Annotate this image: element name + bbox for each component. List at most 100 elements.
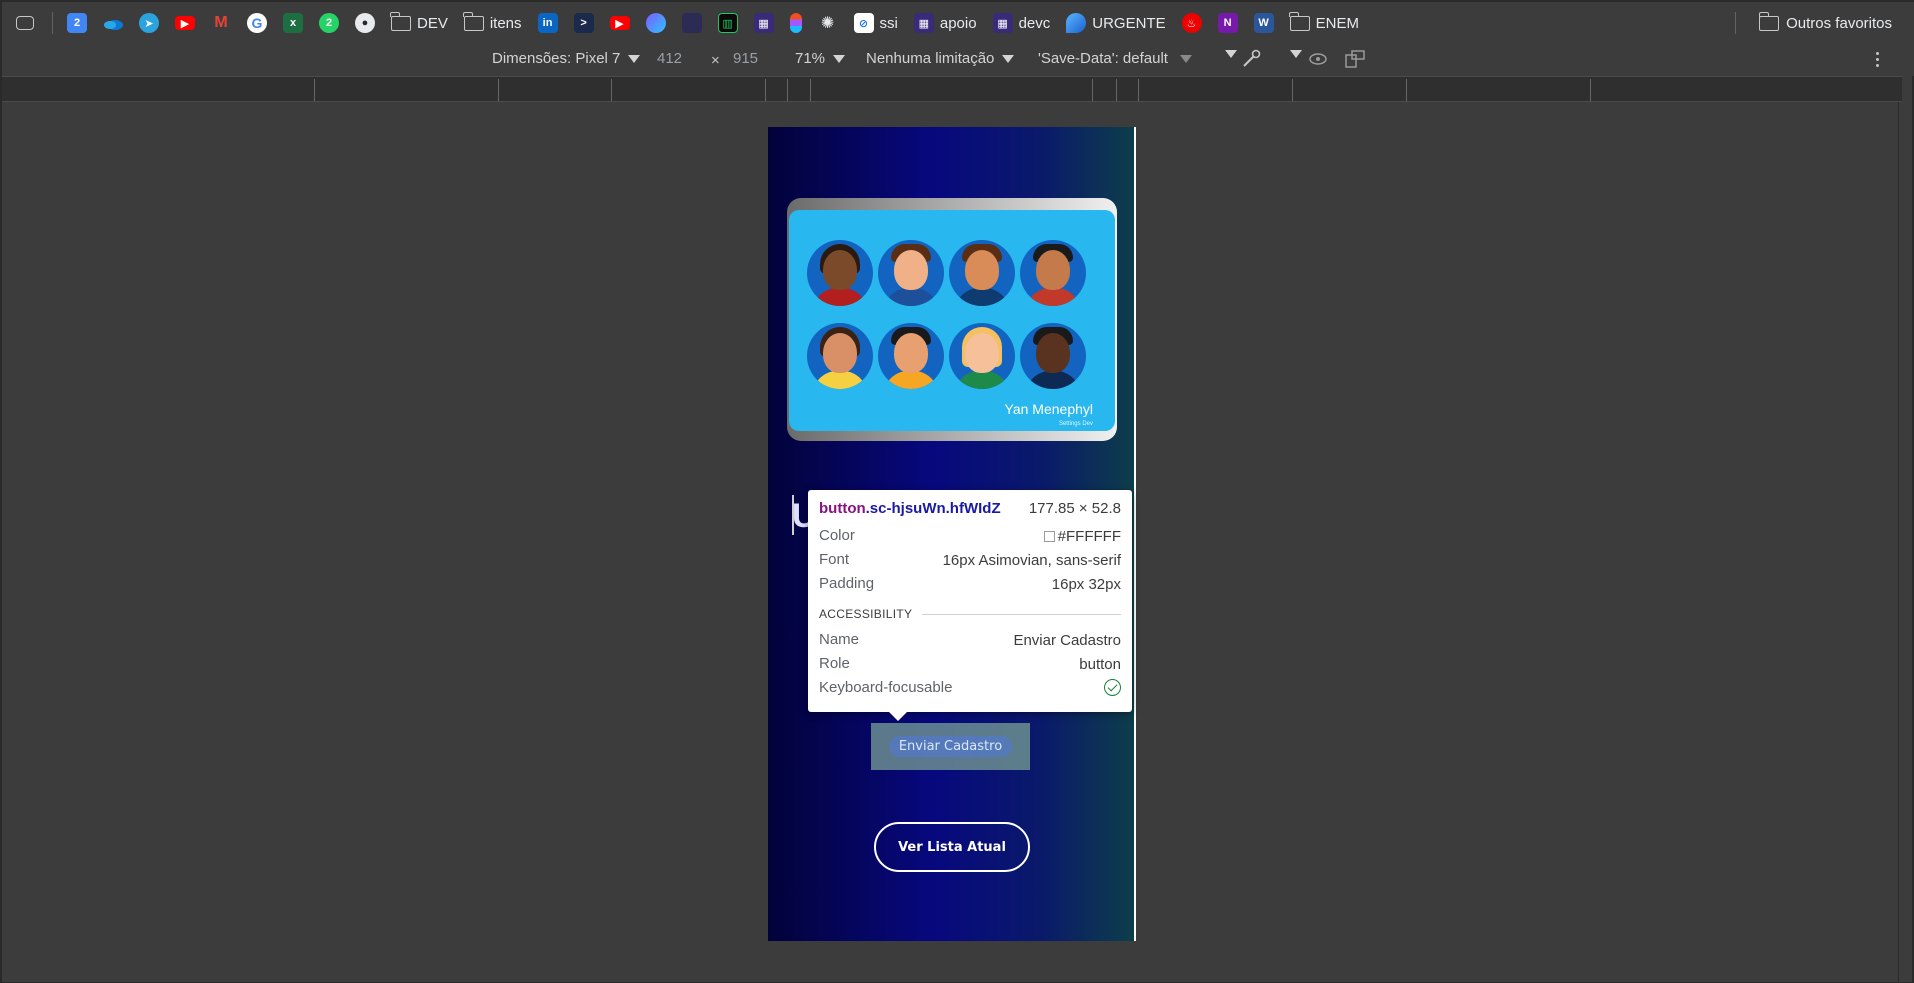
youtube-icon: ▶	[175, 16, 195, 30]
bookmark-folder-itens[interactable]: itens	[458, 8, 528, 38]
color-value: #FFFFFF	[1057, 527, 1121, 545]
tooltip-row-font: Font 16px Asimovian, sans-serif	[819, 551, 1121, 569]
tooltip-row-focusable: Keyboard-focusable	[819, 679, 1121, 697]
dimensions-dropdown[interactable]: Dimensões: Pixel 7	[492, 50, 641, 67]
caret-down-icon	[628, 54, 641, 63]
ruler-tick	[787, 79, 788, 101]
bookmark-youtube-2[interactable]: ▶	[604, 8, 636, 38]
accessibility-section: ACCESSIBILITY	[819, 607, 1121, 621]
bookmark-chart[interactable]: ▥	[712, 8, 744, 38]
figma-icon	[789, 13, 802, 33]
width-input[interactable]: 412	[657, 50, 682, 67]
caret-down-icon	[833, 54, 846, 63]
chart-icon: ▥	[717, 13, 738, 33]
swap-dimensions-icon[interactable]: ×	[711, 52, 720, 69]
caret-down-icon	[1002, 54, 1015, 63]
caret-down-icon	[1179, 54, 1192, 63]
grid-icon: ▦	[913, 13, 934, 33]
bookmark-onedrive[interactable]	[97, 8, 129, 38]
avatars-image: Yan Menephyl Settings Dev	[789, 210, 1115, 431]
ruler-tick	[1406, 79, 1407, 101]
onedrive-icon	[103, 13, 123, 33]
bookmark-github[interactable]: ●	[349, 8, 381, 38]
row-value: #FFFFFF	[1043, 527, 1121, 545]
bookmark-prompt[interactable]: >	[568, 8, 600, 38]
bookmark-google[interactable]: G	[241, 8, 273, 38]
zoom-dropdown[interactable]: 71%	[795, 50, 846, 67]
bookmark-excel[interactable]: x	[277, 8, 309, 38]
bookmark-word[interactable]: W	[1248, 8, 1280, 38]
color-swatch	[1043, 530, 1055, 542]
linkedin-icon: in	[537, 13, 558, 33]
ruler-tick	[498, 79, 499, 101]
height-input[interactable]: 915	[733, 50, 758, 67]
tooltip-row-role: Role button	[819, 655, 1121, 673]
bookmark-calendar[interactable]: 2	[61, 8, 93, 38]
section-title: ACCESSIBILITY	[819, 607, 913, 621]
bookmark-folder-dev[interactable]: DEV	[385, 8, 454, 38]
throttling-dropdown[interactable]: Nenhuma limitação	[866, 50, 1015, 67]
ruler-tick	[314, 79, 315, 101]
row-key: Font	[819, 551, 850, 568]
ruler-tick	[1092, 79, 1093, 101]
device-posture-dropdown[interactable]	[1217, 50, 1237, 58]
bookmark-gmail[interactable]: M	[205, 8, 237, 38]
other-favorites-button[interactable]: Outros favoritos	[1758, 8, 1892, 38]
save-data-dropdown[interactable]: 'Save-Data': default	[1038, 50, 1192, 67]
send-registration-button[interactable]: Enviar Cadastro	[871, 723, 1030, 770]
folder-icon	[1289, 11, 1310, 31]
save-data-label: 'Save-Data': default	[1038, 50, 1168, 67]
bookmark-label: ssi	[879, 14, 898, 32]
view-list-button[interactable]: Ver Lista Atual	[874, 822, 1030, 872]
more-options-icon[interactable]	[1876, 52, 1880, 68]
avatar	[949, 323, 1015, 389]
bookmark-avatar[interactable]	[676, 8, 708, 38]
row-key: Padding	[819, 575, 875, 592]
avatar	[807, 323, 873, 389]
other-favorites-label: Outros favoritos	[1786, 14, 1892, 32]
rotate-icon[interactable]	[1344, 49, 1366, 69]
row-key: Name	[819, 631, 860, 648]
bookmark-youtube[interactable]: ▶	[169, 8, 201, 38]
bookmark-whatsapp[interactable]: 2	[313, 8, 345, 38]
bookmark-openai[interactable]: ✺	[812, 8, 844, 38]
bookmark-telegram[interactable]: ➤	[133, 8, 165, 38]
bookmark-onenote[interactable]: N	[1212, 8, 1244, 38]
bookmark-grid[interactable]: ▦	[748, 8, 780, 38]
bookmark-label: devc	[1018, 14, 1051, 32]
eye-icon[interactable]	[1308, 51, 1328, 67]
avatar	[807, 240, 873, 306]
bookmark-apoio[interactable]: ▦ apoio	[908, 8, 983, 38]
excel-icon: x	[283, 13, 303, 33]
grid-icon: ▦	[753, 13, 774, 33]
tooltip-row-padding: Padding 16px 32px	[819, 575, 1121, 593]
zoom-label: 71%	[795, 50, 826, 67]
ruler-tick	[810, 79, 811, 101]
ruler-tick	[1138, 79, 1139, 101]
scrollbar[interactable]	[1898, 102, 1912, 982]
youtube-icon: ▶	[609, 16, 630, 30]
bookmark-linkedin[interactable]: in	[532, 8, 564, 38]
bookmark-urgente[interactable]: URGENTE	[1060, 8, 1171, 38]
divider	[922, 613, 1121, 615]
bookmark-ssi[interactable]: ⊘ ssi	[848, 8, 904, 38]
device-toolbar: Dimensões: Pixel 7 412 × 915 71% Nenhuma…	[2, 44, 1914, 76]
bookmark-figma[interactable]	[784, 8, 808, 38]
eyedropper-icon[interactable]	[1240, 48, 1262, 70]
dimensions-label: Dimensões: Pixel 7	[492, 50, 621, 67]
caret-down-icon	[1225, 50, 1237, 58]
tab-search-button[interactable]	[10, 8, 40, 38]
eyedropper-dropdown[interactable]	[1282, 50, 1302, 58]
bookmark-label: apoio	[939, 14, 977, 32]
row-value: 16px 32px	[1051, 575, 1121, 593]
browser-window: 2 ➤ ▶ M G x 2 ● DEV itens in > ▶ ▥ ▦ ✺ ⊘…	[0, 0, 1914, 983]
calendar-icon: 2	[67, 13, 87, 33]
bookmark-devc[interactable]: ▦ devc	[987, 8, 1057, 38]
media-query-ruler[interactable]	[2, 76, 1902, 102]
bookmark-app[interactable]	[640, 8, 672, 38]
bookmark-folder-enem[interactable]: ENEM	[1284, 8, 1365, 38]
bookmarks-bar: 2 ➤ ▶ M G x 2 ● DEV itens in > ▶ ▥ ▦ ✺ ⊘…	[2, 2, 1914, 44]
avatar-icon	[681, 13, 702, 33]
divider	[52, 12, 53, 34]
bookmark-santander[interactable]: ♨	[1176, 8, 1208, 38]
